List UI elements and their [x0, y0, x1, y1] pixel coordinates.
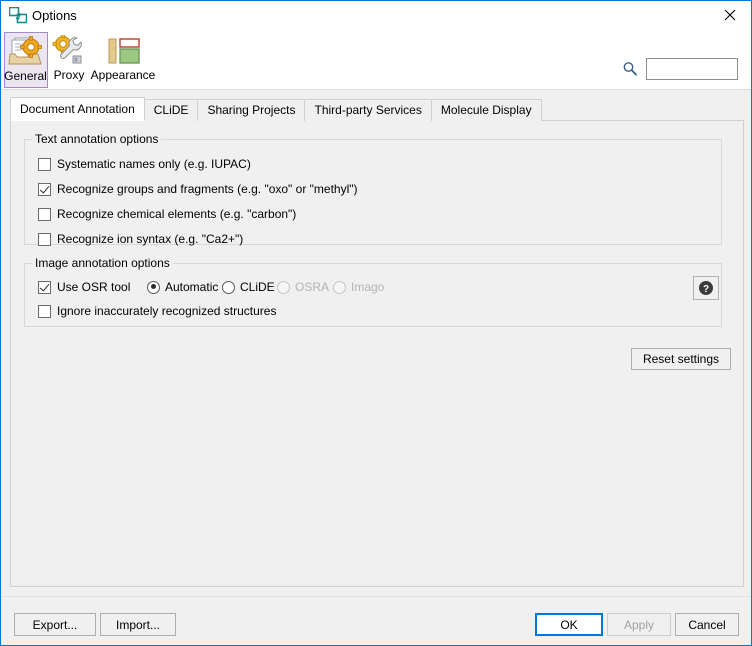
- tab-molecule-display[interactable]: Molecule Display: [430, 99, 542, 121]
- toolbar-item-proxy-label: Proxy: [53, 68, 85, 82]
- help-question-icon[interactable]: ?: [693, 276, 719, 300]
- checkbox-systematic-names-only[interactable]: Systematic names only (e.g. IUPAC): [38, 157, 251, 171]
- appearance-layout-icon: [88, 34, 158, 68]
- checkbox-box: [38, 232, 51, 246]
- checkbox-recognize-ion-syntax[interactable]: Recognize ion syntax (e.g. "Ca2+"): [38, 232, 243, 246]
- group-text-annotation-title: Text annotation options: [32, 133, 162, 146]
- radio-label: Automatic: [165, 280, 219, 294]
- checkbox-box: [38, 280, 51, 294]
- toolbar-item-general-label: General: [4, 69, 47, 83]
- title-bar: Options: [1, 1, 751, 30]
- search-icon: [622, 61, 638, 77]
- radio-label: CLiDE: [240, 280, 275, 294]
- checkbox-use-osr-tool[interactable]: Use OSR tool: [38, 280, 130, 294]
- import-button[interactable]: Import...: [100, 613, 176, 636]
- checkbox-label: Ignore inaccurately recognized structure…: [57, 304, 277, 318]
- window-title: Options: [32, 8, 77, 23]
- checkbox-box: [38, 304, 51, 318]
- toolbar-item-proxy[interactable]: Proxy: [50, 32, 88, 88]
- checkbox-recognize-chemical-elements[interactable]: Recognize chemical elements (e.g. "carbo…: [38, 207, 296, 221]
- checkbox-box: [38, 182, 51, 196]
- radio-imago: Imago: [333, 280, 384, 294]
- export-button[interactable]: Export...: [14, 613, 96, 636]
- radio-button: [333, 280, 346, 294]
- tab-strip: Document Annotation CLiDE Sharing Projec…: [10, 97, 542, 121]
- checkbox-label: Recognize chemical elements (e.g. "carbo…: [57, 207, 297, 221]
- radio-label: OSRA: [295, 280, 330, 294]
- close-icon[interactable]: [707, 1, 751, 29]
- toolbar-item-appearance-label: Appearance: [90, 68, 156, 82]
- reset-settings-button[interactable]: Reset settings: [631, 348, 731, 370]
- checkbox-label: Systematic names only (e.g. IUPAC): [57, 157, 251, 171]
- tab-panel-document-annotation: Text annotation options Systematic names…: [10, 120, 744, 587]
- checkbox-ignore-inaccurate-structures[interactable]: Ignore inaccurately recognized structure…: [38, 304, 276, 318]
- toolbar-item-general[interactable]: General: [4, 32, 48, 88]
- footer-separator: [2, 596, 751, 597]
- options-window-icon: [8, 6, 28, 24]
- ok-button[interactable]: OK: [535, 613, 603, 636]
- radio-button: [222, 280, 235, 294]
- group-text-annotation-options: Text annotation options Systematic names…: [24, 133, 722, 246]
- checkbox-box: [38, 157, 51, 171]
- radio-button: [277, 280, 290, 294]
- proxy-wrench-gear-icon: [50, 34, 88, 68]
- tab-sharing-projects[interactable]: Sharing Projects: [197, 99, 306, 121]
- checkbox-label: Recognize ion syntax (e.g. "Ca2+"): [57, 232, 244, 246]
- apply-button: Apply: [607, 613, 671, 636]
- group-image-annotation-title: Image annotation options: [32, 257, 173, 270]
- checkbox-label: Recognize groups and fragments (e.g. "ox…: [57, 182, 358, 196]
- search-input[interactable]: [646, 58, 738, 80]
- radio-osra: OSRA: [277, 280, 329, 294]
- search-area: [622, 58, 742, 82]
- radio-clide[interactable]: CLiDE: [222, 280, 275, 294]
- checkbox-label: Use OSR tool: [57, 280, 131, 294]
- options-dialog: Options General Proxy Appearance Documen…: [0, 0, 752, 646]
- group-image-annotation-options: Image annotation options Use OSR tool Au…: [24, 257, 722, 327]
- checkbox-recognize-groups-and-fragments[interactable]: Recognize groups and fragments (e.g. "ox…: [38, 182, 358, 196]
- radio-button: [147, 280, 160, 294]
- toolbar-item-appearance[interactable]: Appearance: [88, 32, 158, 88]
- cancel-button[interactable]: Cancel: [675, 613, 739, 636]
- svg-text:?: ?: [703, 284, 709, 295]
- tab-third-party-services[interactable]: Third-party Services: [304, 99, 432, 121]
- tab-document-annotation[interactable]: Document Annotation: [10, 97, 145, 121]
- general-settings-icon: [5, 35, 47, 69]
- checkbox-box: [38, 207, 51, 221]
- tab-clide[interactable]: CLiDE: [143, 99, 199, 121]
- toolbar: General Proxy Appearance: [2, 30, 751, 90]
- radio-automatic[interactable]: Automatic: [147, 280, 218, 294]
- radio-label: Imago: [351, 280, 385, 294]
